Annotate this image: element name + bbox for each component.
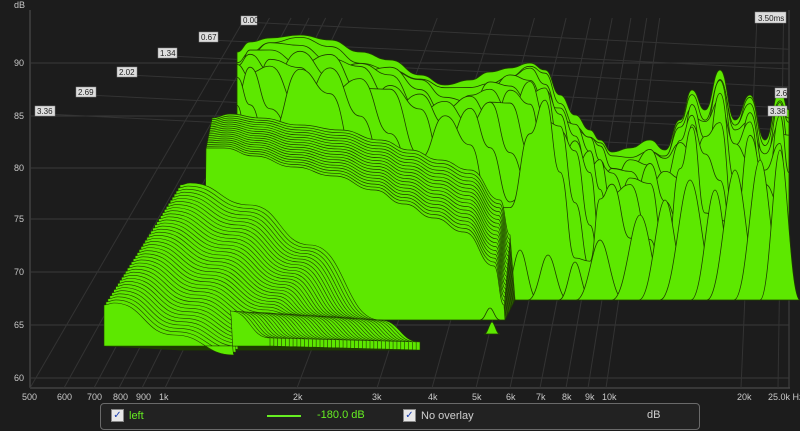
svg-text:2.69: 2.69 (78, 88, 94, 97)
x-tick-label: 700 (87, 392, 102, 402)
svg-text:0.67: 0.67 (201, 33, 217, 42)
series-swatch (267, 415, 301, 417)
y-tick-label: 70 (14, 267, 24, 277)
left-channel-toggle[interactable]: ✓ left (111, 409, 144, 422)
y-tick-label: 80 (14, 163, 24, 173)
x-tick-label: 25.0k Hz (768, 392, 800, 402)
x-tick-label: 800 (113, 392, 128, 402)
x-tick-label: 1k (159, 392, 169, 402)
y-tick-label: 85 (14, 111, 24, 121)
x-tick-label: 10k (602, 392, 617, 402)
y-tick-label: 90 (14, 58, 24, 68)
level-value: -180.0 dB (317, 409, 365, 421)
waterfall-slices (103, 34, 800, 356)
x-tick-label: 2k (293, 392, 303, 402)
time-label: 1.34 (157, 47, 178, 59)
svg-text:2.6: 2.6 (776, 89, 788, 98)
overlay-checkbox[interactable]: ✓ (403, 409, 416, 422)
overlay-toggle[interactable]: ✓ No overlay (403, 409, 474, 422)
svg-text:2.02: 2.02 (119, 68, 135, 77)
waterfall-plot[interactable]: dB 90 85 80 75 70 65 60 500 600 700 800 … (0, 0, 800, 431)
x-tick-label: 4k (428, 392, 438, 402)
x-tick-label: 6k (506, 392, 516, 402)
x-tick-label: 600 (57, 392, 72, 402)
x-tick-label: 900 (136, 392, 151, 402)
time-label: 3.36 (34, 105, 56, 117)
y-tick-label: 75 (14, 214, 24, 224)
time-label: 0.67 (198, 31, 219, 43)
x-tick-label: 9k (585, 392, 595, 402)
svg-text:1.34: 1.34 (160, 49, 176, 58)
x-tick-label: 500 (22, 392, 37, 402)
svg-text:3.36: 3.36 (37, 107, 53, 116)
time-label: 2.02 (116, 66, 138, 78)
svg-text:0.00: 0.00 (243, 16, 259, 25)
green-line-swatch (267, 415, 301, 417)
svg-text:3.50ms: 3.50ms (758, 14, 784, 23)
x-tick-label: 3k (372, 392, 382, 402)
left-channel-label: left (129, 409, 144, 422)
time-label: 2.69 (75, 86, 97, 98)
x-tick-label: 5k (472, 392, 482, 402)
svg-text:3.38: 3.38 (770, 107, 786, 116)
x-tick-label: 20k (737, 392, 752, 402)
legend-bar: ✓ left -180.0 dB ✓ No overlay dB (100, 403, 700, 430)
x-tick-label: 8k (562, 392, 572, 402)
resonance-peak (483, 321, 501, 335)
left-channel-checkbox[interactable]: ✓ (111, 409, 124, 422)
x-tick-label: 7k (536, 392, 546, 402)
right-edge-label: 2.6 (774, 87, 788, 99)
y-tick-label: 60 (14, 373, 24, 383)
y-tick-label: 65 (14, 320, 24, 330)
right-edge-label: 3.38 (767, 105, 788, 117)
unit-label: dB (647, 409, 661, 421)
unit-readout: dB (647, 409, 660, 421)
y-unit-label: dB (14, 0, 25, 10)
overlay-label: No overlay (421, 409, 474, 422)
level-readout: -180.0 dB (317, 409, 365, 421)
time-label: 0.00 (240, 15, 259, 26)
time-end-label: 3.50ms (754, 11, 787, 24)
